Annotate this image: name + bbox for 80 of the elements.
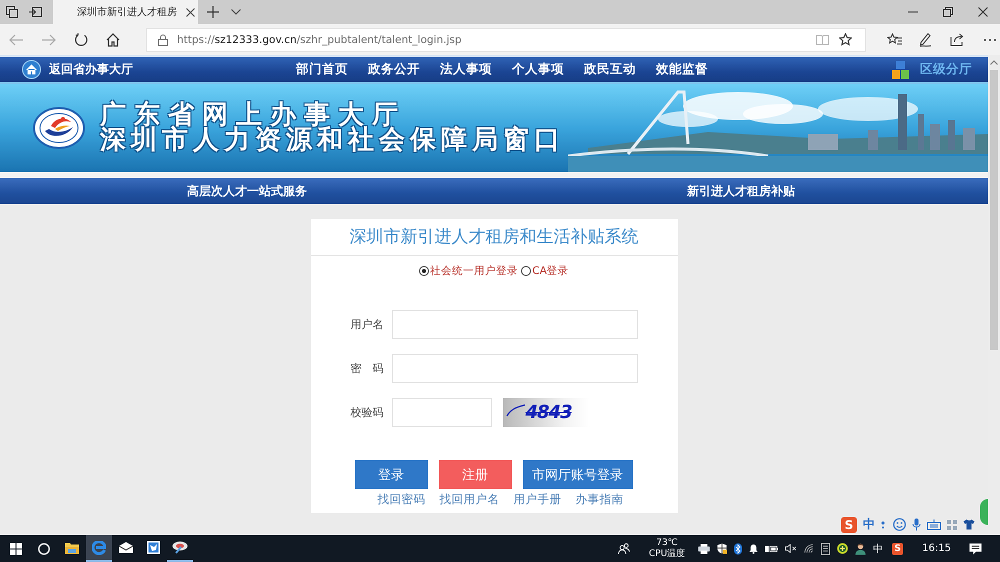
- radio-button[interactable]: [521, 266, 532, 276]
- speaker-muted-icon[interactable]: [785, 544, 798, 553]
- share-icon[interactable]: [950, 33, 964, 46]
- round-emblem-icon: [33, 107, 85, 149]
- pen-icon[interactable]: [919, 32, 932, 46]
- colored-blocks-icon: [892, 60, 909, 78]
- shirt-icon[interactable]: [963, 519, 975, 530]
- home-icon[interactable]: [106, 32, 120, 46]
- tablet-icon[interactable]: [821, 542, 830, 554]
- shield-icon[interactable]: [717, 543, 728, 554]
- browser-icon: [92, 540, 106, 554]
- nav-link[interactable]: 政民互动: [584, 61, 636, 78]
- smiley-icon[interactable]: [893, 518, 906, 531]
- scroll-up-icon[interactable]: [990, 60, 998, 65]
- url-text: https://sz12333.gov.cn/szhr_pubtalent/talent_login.jsp: [177, 34, 462, 46]
- keyboard-icon[interactable]: [927, 519, 941, 530]
- nav-link[interactable]: 个人事项: [512, 61, 564, 78]
- person-icon[interactable]: [855, 542, 866, 554]
- scrollbar-thumb[interactable]: [990, 70, 998, 350]
- nav-link[interactable]: 政务公开: [368, 61, 420, 78]
- cpu-temperature: 73℃: [656, 538, 678, 548]
- people-icon[interactable]: [618, 543, 630, 554]
- disc-app-icon: [172, 541, 188, 554]
- punctuation-icon[interactable]: [881, 520, 887, 528]
- tabs-icon[interactable]: [6, 6, 18, 18]
- help-link[interactable]: 找回用户名: [440, 492, 500, 507]
- close-icon[interactable]: [978, 7, 988, 17]
- browser-tab[interactable]: 深圳市新引进人才租房: [53, 0, 198, 24]
- plus-icon[interactable]: [207, 6, 219, 18]
- minimize-icon[interactable]: [908, 11, 918, 13]
- district-hall-link[interactable]: 区级分厅: [920, 61, 972, 78]
- radio-button[interactable]: [419, 266, 430, 276]
- clock[interactable]: 16:15: [922, 543, 951, 554]
- sub-nav-link[interactable]: 高层次人才一站式服务: [187, 182, 307, 200]
- set-aside-icon[interactable]: [29, 7, 42, 17]
- nav-link[interactable]: 效能监督: [656, 61, 708, 78]
- cpu-temperature-label: CPU温度: [648, 548, 686, 560]
- password-field[interactable]: [392, 354, 638, 383]
- ime-mode-toggle[interactable]: 中: [863, 516, 875, 533]
- nav-link[interactable]: 部门首页: [296, 61, 348, 78]
- favorites-list-icon[interactable]: [887, 33, 902, 46]
- windows-logo-icon[interactable]: [10, 542, 22, 554]
- battery-icon[interactable]: [765, 544, 778, 552]
- microphone-icon[interactable]: [912, 518, 921, 531]
- form-button[interactable]: 登录: [354, 460, 428, 489]
- address-field[interactable]: https://sz12333.gov.cn/szhr_pubtalent/talent_login.jsp: [146, 28, 866, 52]
- notification-icon[interactable]: [969, 542, 982, 554]
- field-label: 用户名: [350, 317, 384, 332]
- ime-logo-badge[interactable]: S: [841, 516, 857, 532]
- chevron-down-icon[interactable]: [231, 9, 241, 15]
- system-title: 深圳市新引进人才租房和生活补贴系统: [310, 219, 678, 256]
- printer-icon[interactable]: [698, 544, 710, 554]
- maximize-icon[interactable]: [943, 7, 953, 17]
- search-circle-icon[interactable]: [38, 542, 50, 554]
- captcha-field[interactable]: [392, 398, 492, 427]
- username-field[interactable]: [392, 310, 638, 339]
- field-label: 密 码: [350, 361, 384, 376]
- ime-logo-badge[interactable]: S: [892, 542, 904, 554]
- input-mode-indicator[interactable]: 中: [873, 542, 884, 556]
- bell-icon[interactable]: [749, 544, 758, 554]
- login-mode-option[interactable]: 社会统一用户登录: [419, 264, 518, 278]
- back-to-portal-link[interactable]: 返回省办事大厅: [49, 61, 133, 78]
- help-link[interactable]: 找回密码: [378, 492, 426, 507]
- form-button[interactable]: 市网厅账号登录: [522, 460, 632, 489]
- envelope-icon: [119, 542, 133, 553]
- login-mode-option[interactable]: CA登录: [521, 264, 569, 278]
- close-icon[interactable]: [186, 8, 195, 16]
- folder-icon: [65, 542, 79, 554]
- help-link[interactable]: 办事指南: [576, 492, 624, 507]
- wifi-icon[interactable]: [804, 544, 814, 553]
- nav-link[interactable]: 法人事项: [440, 61, 492, 78]
- help-link[interactable]: 用户手册: [514, 492, 562, 507]
- bird-tile-icon: [146, 541, 160, 554]
- bluetooth-icon[interactable]: [734, 542, 742, 554]
- sub-nav-link[interactable]: 新引进人才租房补贴: [687, 182, 795, 200]
- lock-icon: [158, 34, 168, 46]
- star-icon[interactable]: [839, 33, 852, 46]
- refresh-icon[interactable]: [74, 32, 88, 46]
- field-label: 校验码: [350, 405, 384, 420]
- plus-badge-icon[interactable]: [837, 543, 848, 554]
